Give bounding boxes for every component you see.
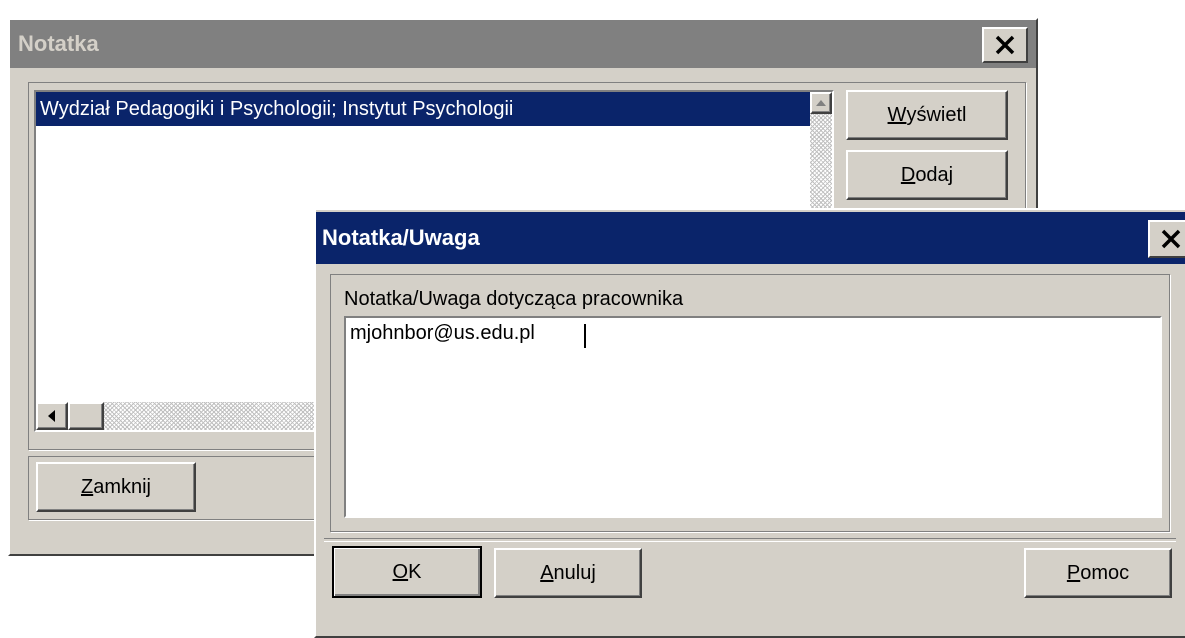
horizontal-scroll-thumb[interactable] (68, 402, 104, 430)
ok-button-key: O (392, 561, 409, 583)
scroll-left-button[interactable] (36, 402, 68, 430)
text-cursor (584, 324, 586, 348)
note-window-titlebar[interactable]: Notatka (10, 20, 1036, 68)
add-button[interactable]: Dodaj (846, 150, 1008, 200)
help-button-key: P (1066, 562, 1081, 584)
note-dialog-title: Notatka/Uwaga (322, 225, 480, 250)
scroll-up-button[interactable] (810, 92, 832, 114)
ok-button[interactable]: OK (332, 546, 482, 598)
note-text: mjohnbor@us.edu.pl (350, 322, 535, 344)
add-button-key: D (900, 164, 916, 186)
note-dialog-titlebar[interactable]: Notatka/Uwaga (316, 212, 1185, 264)
arrow-up-icon (816, 100, 826, 106)
add-button-label: odaj (915, 164, 954, 186)
note-window-close-button[interactable] (982, 27, 1028, 63)
help-button-label: omoc (1080, 562, 1130, 584)
cancel-button[interactable]: Anuluj (494, 548, 642, 598)
cancel-button-label: nuluj (553, 562, 596, 584)
dialog-separator (324, 538, 1176, 542)
arrow-left-icon (48, 410, 55, 422)
note-window-title: Notatka (18, 31, 99, 56)
show-button[interactable]: Wyświetl (846, 90, 1008, 140)
list-item-label: Wydział Pedagogiki i Psychologii; Instyt… (40, 98, 514, 120)
list-item[interactable]: Wydział Pedagogiki i Psychologii; Instyt… (36, 92, 812, 126)
close-button-key: Z (80, 476, 94, 498)
close-button[interactable]: Zamknij (36, 462, 196, 512)
note-textarea[interactable]: mjohnbor@us.edu.pl (344, 316, 1162, 518)
note-dialog-close-button[interactable] (1148, 220, 1185, 258)
close-icon (1161, 229, 1181, 249)
cancel-button-key: A (540, 562, 554, 584)
close-button-label: amknij (93, 476, 151, 498)
ok-button-label: K (408, 561, 422, 583)
show-button-label: yświetl (906, 104, 967, 126)
note-dialog: Notatka/Uwaga Notatka/Uwaga dotycząca pr… (314, 208, 1185, 638)
help-button[interactable]: Pomoc (1024, 548, 1172, 598)
close-icon (995, 35, 1015, 55)
show-button-key: W (887, 104, 907, 126)
note-field-label: Notatka/Uwaga dotycząca pracownika (344, 288, 684, 310)
